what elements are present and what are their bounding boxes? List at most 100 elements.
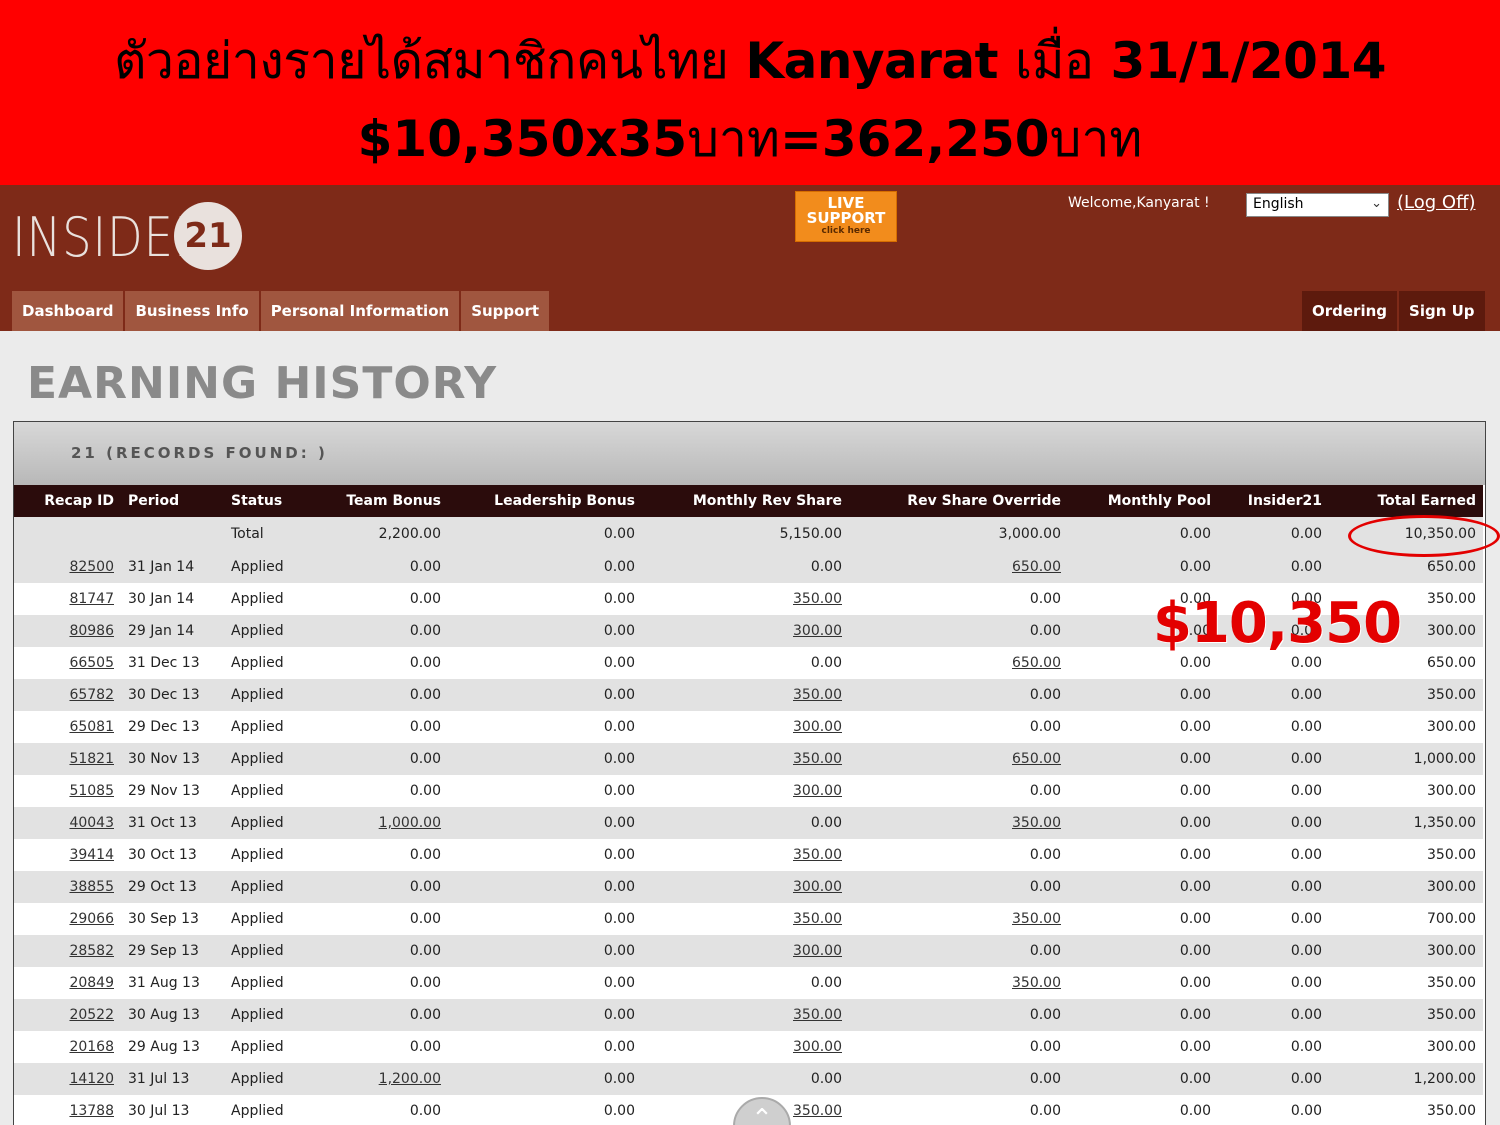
cell-rev-share-override: 0.00 — [1029, 591, 1061, 607]
cell-period: 31 Dec 13 — [128, 655, 200, 671]
rev-share-override-link[interactable]: 650.00 — [1012, 655, 1061, 671]
cell-leadership-bonus: 0.00 — [603, 1103, 635, 1119]
monthly-rev-share-link[interactable]: 350.00 — [793, 1007, 842, 1023]
recap-id-link[interactable]: 28582 — [69, 943, 114, 959]
rev-share-override-link[interactable]: 350.00 — [1012, 975, 1061, 991]
monthly-rev-share-link[interactable]: 300.00 — [793, 719, 842, 735]
table-row: 38855 29 Oct 13 Applied 0.00 0.00 300.00 0.00 0… — [14, 871, 1483, 903]
cell-insider21: 0.00 — [1290, 911, 1322, 927]
recap-id-link[interactable]: 51085 — [69, 783, 114, 799]
cell-leadership-bonus: 0.00 — [603, 559, 635, 575]
recap-id-link[interactable]: 13788 — [69, 1103, 114, 1119]
table-row: 51085 29 Nov 13 Applied 0.00 0.00 300.00 0.00 0… — [14, 775, 1483, 807]
cell-status: Applied — [231, 751, 284, 767]
cell-insider21: 0.00 — [1290, 751, 1322, 767]
recap-id-link[interactable]: 81747 — [69, 591, 114, 607]
cell-recap-id: 13788 — [14, 1095, 121, 1125]
monthly-rev-share-link[interactable]: 300.00 — [793, 943, 842, 959]
column-header-team-bonus: Team Bonus — [346, 493, 441, 509]
recap-id-link[interactable]: 82500 — [69, 559, 114, 575]
cell-monthly-pool: 0.00 — [1179, 879, 1211, 895]
total-recap-id — [14, 517, 121, 551]
cell-insider21: 0.00 — [1290, 783, 1322, 799]
team-bonus-link[interactable]: 1,200.00 — [379, 1071, 441, 1087]
cell-leadership-bonus: 0.00 — [603, 751, 635, 767]
recap-id-link[interactable]: 51821 — [69, 751, 114, 767]
cell-rev-share-override: 650.00 — [849, 551, 1068, 583]
cell-insider21: 0.00 — [1290, 1071, 1322, 1087]
monthly-rev-share-link[interactable]: 350.00 — [793, 591, 842, 607]
cell-recap-id: 20168 — [14, 1031, 121, 1063]
nav-dashboard[interactable]: Dashboard — [12, 291, 124, 331]
nav-business-info[interactable]: Business Info — [125, 291, 259, 331]
monthly-rev-share-link[interactable]: 300.00 — [793, 1039, 842, 1055]
team-bonus-link[interactable]: 1,000.00 — [379, 815, 441, 831]
recap-id-link[interactable]: 14120 — [69, 1071, 114, 1087]
recap-id-link[interactable]: 80986 — [69, 623, 114, 639]
recap-id-link[interactable]: 40043 — [69, 815, 114, 831]
cell-rev-share-override: 350.00 — [849, 807, 1068, 839]
nav-ordering[interactable]: Ordering — [1302, 291, 1398, 331]
insider21-logo[interactable]: INSIDER 21 — [12, 202, 242, 272]
table-row: 82500 31 Jan 14 Applied 0.00 0.00 0.00 650.00 0… — [14, 551, 1483, 583]
monthly-rev-share-link[interactable]: 350.00 — [793, 1103, 842, 1119]
cell-total-earned: 300.00 — [1427, 719, 1476, 735]
monthly-rev-share-link[interactable]: 300.00 — [793, 623, 842, 639]
cell-total-earned: 1,350.00 — [1413, 815, 1476, 831]
cell-period: 29 Aug 13 — [128, 1039, 200, 1055]
cell-monthly-pool: 0.00 — [1179, 1103, 1211, 1119]
language-select[interactable]: English ⌄ — [1246, 193, 1389, 217]
rev-share-override-link[interactable]: 650.00 — [1012, 751, 1061, 767]
cell-monthly-rev-share: 350.00 — [642, 999, 849, 1031]
monthly-rev-share-link[interactable]: 350.00 — [793, 687, 842, 703]
recap-id-link[interactable]: 65081 — [69, 719, 114, 735]
cell-insider21: 0.00 — [1290, 1039, 1322, 1055]
cell-insider21: 0.00 — [1290, 687, 1322, 703]
nav-sign-up[interactable]: Sign Up — [1399, 291, 1485, 331]
cell-period: 30 Aug 13 — [128, 1007, 200, 1023]
cell-team-bonus: 0.00 — [409, 911, 441, 927]
logoff-link[interactable]: (Log Off) — [1397, 192, 1476, 213]
monthly-rev-share-link[interactable]: 300.00 — [793, 879, 842, 895]
table-row: 65782 30 Dec 13 Applied 0.00 0.00 350.00 0.00 0… — [14, 679, 1483, 711]
recap-id-link[interactable]: 20849 — [69, 975, 114, 991]
cell-period: 29 Dec 13 — [128, 719, 200, 735]
cell-insider21: 0.00 — [1290, 879, 1322, 895]
cell-rev-share-override: 0.00 — [1029, 783, 1061, 799]
cell-period: 29 Sep 13 — [128, 943, 199, 959]
table-row: 20168 29 Aug 13 Applied 0.00 0.00 300.00 0.00 0… — [14, 1031, 1483, 1063]
recap-id-link[interactable]: 39414 — [69, 847, 114, 863]
cell-team-bonus: 1,000.00 — [314, 807, 448, 839]
nav-support[interactable]: Support — [461, 291, 550, 331]
rev-share-override-link[interactable]: 350.00 — [1012, 815, 1061, 831]
cell-monthly-pool: 0.00 — [1179, 687, 1211, 703]
cell-team-bonus: 0.00 — [409, 559, 441, 575]
recap-id-link[interactable]: 20168 — [69, 1039, 114, 1055]
nav-personal-information[interactable]: Personal Information — [260, 291, 460, 331]
cell-team-bonus: 0.00 — [409, 1103, 441, 1119]
monthly-rev-share-link[interactable]: 300.00 — [793, 783, 842, 799]
cell-team-bonus: 0.00 — [409, 943, 441, 959]
recap-id-link[interactable]: 29066 — [69, 911, 114, 927]
recap-id-link[interactable]: 66505 — [69, 655, 114, 671]
cell-rev-share-override: 0.00 — [1029, 847, 1061, 863]
rev-share-override-link[interactable]: 650.00 — [1012, 559, 1061, 575]
monthly-rev-share-link[interactable]: 350.00 — [793, 751, 842, 767]
live-support-button[interactable]: LIVE SUPPORT click here — [795, 191, 897, 242]
recap-id-link[interactable]: 20522 — [69, 1007, 114, 1023]
cell-status: Applied — [231, 1071, 284, 1087]
cell-leadership-bonus: 0.00 — [603, 943, 635, 959]
monthly-rev-share-link[interactable]: 350.00 — [793, 911, 842, 927]
rev-share-override-link[interactable]: 350.00 — [1012, 911, 1061, 927]
cell-status: Applied — [231, 815, 284, 831]
total-period — [121, 517, 224, 551]
logo-badge: 21 — [174, 202, 242, 270]
recap-id-link[interactable]: 65782 — [69, 687, 114, 703]
monthly-rev-share-link[interactable]: 350.00 — [793, 847, 842, 863]
cell-period: 29 Oct 13 — [128, 879, 197, 895]
cell-total-earned: 1,000.00 — [1413, 751, 1476, 767]
cell-total-earned: 300.00 — [1427, 943, 1476, 959]
cell-leadership-bonus: 0.00 — [603, 815, 635, 831]
cell-insider21: 0.00 — [1290, 847, 1322, 863]
recap-id-link[interactable]: 38855 — [69, 879, 114, 895]
